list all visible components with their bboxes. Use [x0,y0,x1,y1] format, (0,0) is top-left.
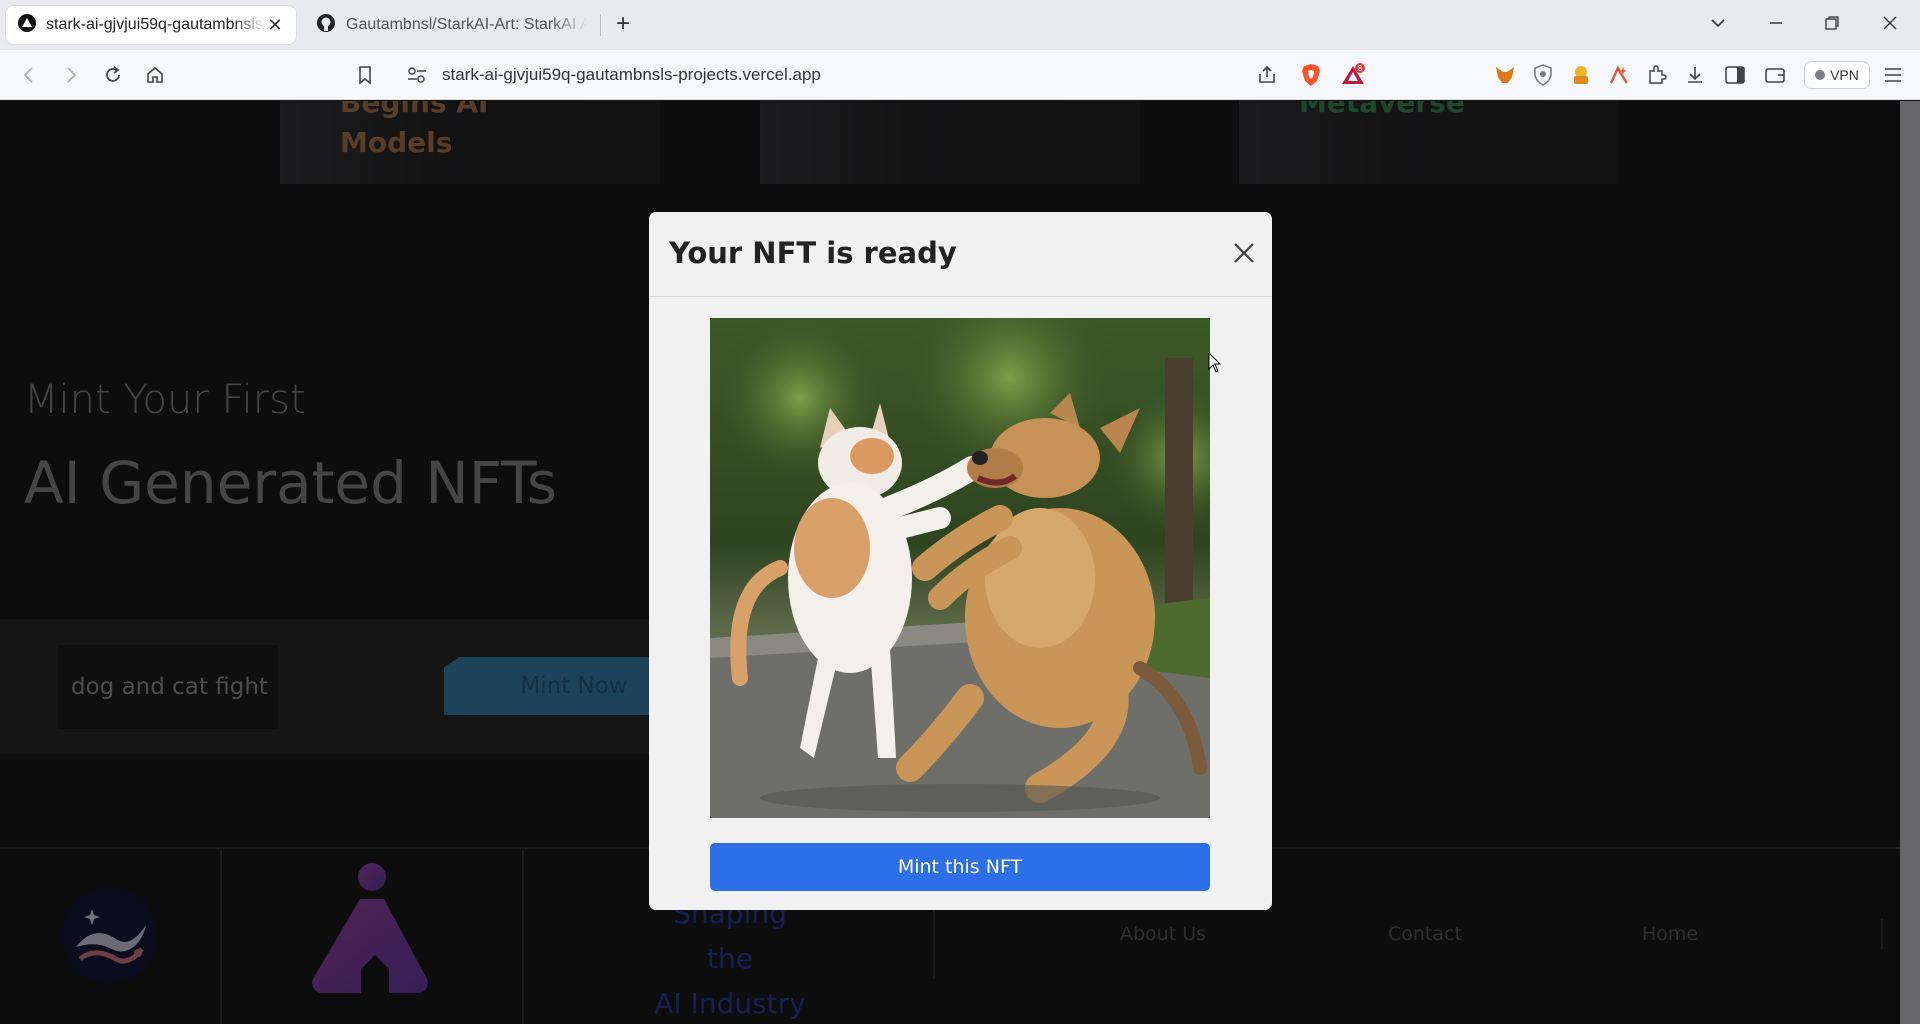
wallet-extension-icon[interactable] [1568,62,1594,88]
restore-button[interactable] [1814,10,1850,40]
reload-icon[interactable] [98,60,128,90]
url-text: stark-ai-gjvjui59q-gautambnsls-projects.… [442,65,821,84]
tab-title: stark-ai-gjvjui59q-gautambnsls- [46,16,266,33]
sidebar-toggle-icon[interactable] [1722,62,1748,88]
close-window-button[interactable] [1872,10,1908,40]
brave-shields-icon[interactable] [1298,62,1324,88]
shield-extension-icon[interactable] [1530,62,1556,88]
vercel-favicon-icon [18,13,36,37]
vpn-button[interactable]: VPN [1804,61,1870,89]
menu-icon[interactable] [1880,62,1906,88]
tab-close-icon[interactable]: ✕ [266,15,284,36]
download-icon[interactable] [1682,62,1708,88]
tab-github[interactable]: Gautambnsl/StarkAI-Art: StarkAI Art [304,6,600,44]
rewards-badge: 8 [1357,64,1362,73]
nft-ready-modal: Your NFT is ready Mint this NFT [649,212,1272,910]
navigation-bar: stark-ai-gjvjui59q-gautambnsls-projects.… [0,50,1920,100]
vpn-status-icon [1815,70,1826,80]
home-icon[interactable] [140,60,170,90]
tab-title: Gautambnsl/StarkAI-Art: StarkAI Art [346,16,588,33]
metamask-extension-icon[interactable] [1492,62,1518,88]
tab-separator [600,14,601,36]
share-icon[interactable] [1256,64,1278,91]
site-settings-icon[interactable] [406,65,428,90]
minimize-button[interactable] [1758,10,1794,40]
forward-button[interactable] [56,60,86,90]
vpn-label: VPN [1830,67,1859,83]
leo-ai-extension-icon[interactable] [1606,62,1632,88]
modal-header: Your NFT is ready [649,212,1272,297]
new-tab-button[interactable]: + [608,10,638,40]
brave-wallet-icon[interactable] [1762,62,1788,88]
close-icon[interactable] [1229,238,1259,268]
tab-stark-ai[interactable]: stark-ai-gjvjui59q-gautambnsls- ✕ [6,6,296,44]
modal-title: Your NFT is ready [669,236,957,270]
extensions-icon[interactable] [1644,62,1670,88]
tab-bar: stark-ai-gjvjui59q-gautambnsls- ✕ Gautam… [0,0,1920,50]
mouse-cursor-icon [1208,351,1222,379]
nft-image [710,318,1210,818]
address-bar[interactable]: stark-ai-gjvjui59q-gautambnsls-projects.… [394,57,1314,93]
bookmark-icon[interactable] [350,60,380,90]
brave-rewards-icon[interactable]: 8 [1340,62,1366,88]
mint-this-nft-button[interactable]: Mint this NFT [710,843,1210,891]
back-button[interactable] [14,60,44,90]
tab-list-chevron-icon[interactable] [1700,10,1736,40]
github-favicon-icon [316,13,336,38]
